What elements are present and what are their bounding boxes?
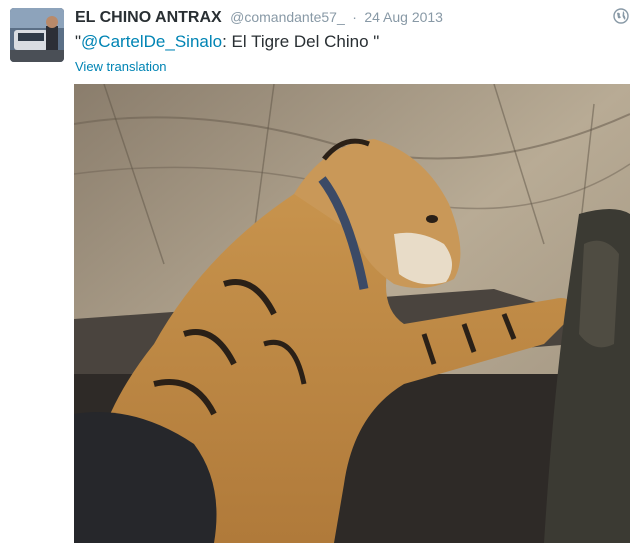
avatar[interactable] (10, 8, 64, 62)
separator: · (352, 9, 357, 25)
tweet-date[interactable]: 24 Aug 2013 (364, 9, 443, 25)
tweet-text-rest: : El Tigre Del Chino " (222, 32, 380, 51)
author-handle[interactable]: @comandante57_ (230, 9, 345, 25)
tweet-card: EL CHINO ANTRAX @comandante57_ · 24 Aug … (0, 0, 640, 543)
tweet-photo[interactable] (74, 84, 630, 543)
tiger-photo (74, 84, 630, 543)
view-translation-link[interactable]: View translation (75, 59, 167, 74)
mention-link[interactable]: @CartelDe_Sinalo (81, 32, 222, 51)
author-name[interactable]: EL CHINO ANTRAX (75, 9, 222, 26)
avatar-image (10, 8, 64, 62)
globe-icon[interactable] (613, 8, 629, 24)
tweet-header: EL CHINO ANTRAX @comandante57_ · 24 Aug … (75, 9, 443, 29)
tweet-text: "@CartelDe_Sinalo: El Tigre Del Chino " (75, 32, 379, 52)
